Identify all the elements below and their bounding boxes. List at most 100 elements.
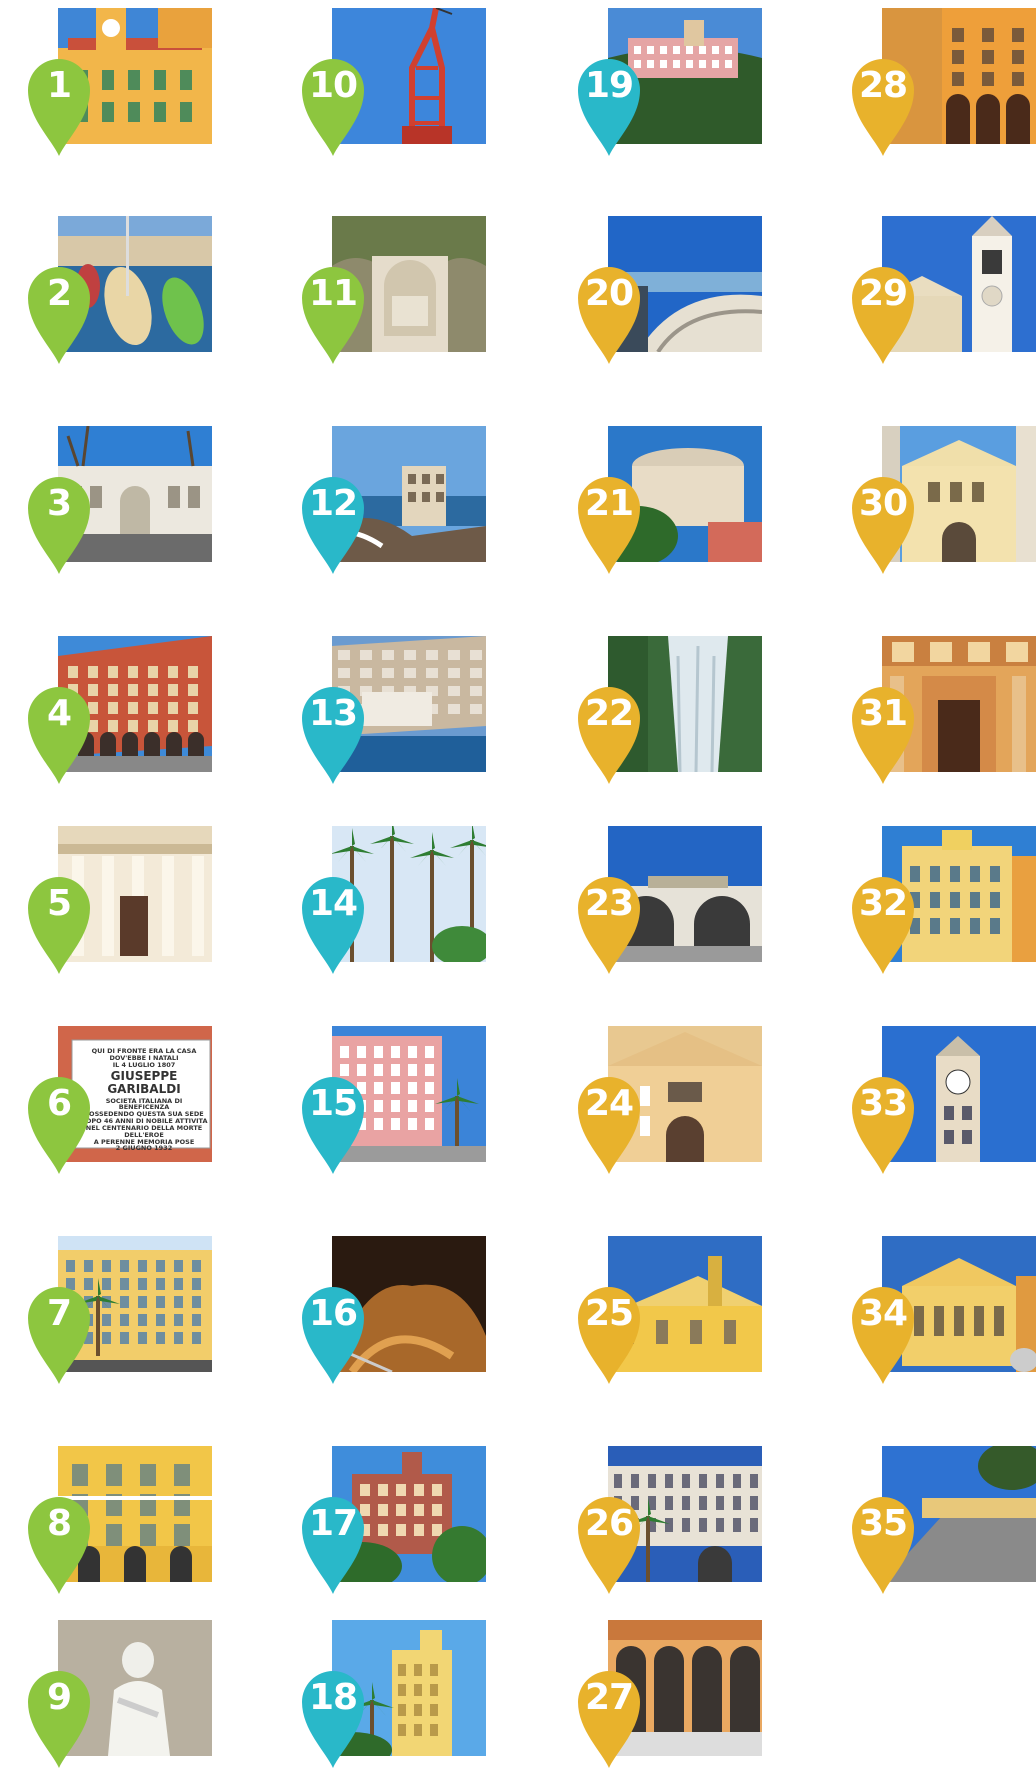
attraction-stop-9: 9: [24, 1620, 224, 1780]
pin-number: 27: [584, 1676, 634, 1718]
attraction-stop-21: 21: [574, 426, 774, 586]
pin-number: 33: [858, 1082, 908, 1124]
map-pin-icon: 6: [24, 1070, 94, 1174]
map-pin-icon: 5: [24, 870, 94, 974]
pin-number: 17: [308, 1502, 358, 1544]
map-pin-icon: 25: [574, 1280, 644, 1384]
map-pin-icon: 18: [298, 1664, 368, 1768]
pin-number: 13: [308, 692, 358, 734]
map-pin-icon: 15: [298, 1070, 368, 1174]
map-pin-icon: 22: [574, 680, 644, 784]
map-pin-icon: 7: [24, 1280, 94, 1384]
attraction-stop-1: 1: [24, 8, 224, 168]
map-pin-icon: 29: [848, 260, 918, 364]
attraction-stop-11: 11: [298, 216, 498, 376]
map-pin-icon: 35: [848, 1490, 918, 1594]
attraction-stop-30: 30: [848, 426, 1036, 586]
map-pin-icon: 3: [24, 470, 94, 574]
attraction-stop-16: 16: [298, 1236, 498, 1396]
attraction-stop-20: 20: [574, 216, 774, 376]
pin-number: 29: [858, 272, 908, 314]
attraction-stop-23: 23: [574, 826, 774, 986]
map-pin-icon: 2: [24, 260, 94, 364]
plaque-line: IL 4 LUGLIO 1807: [112, 1060, 176, 1069]
pin-number: 3: [46, 482, 72, 524]
plaque-line: 2 GIUGNO 1932: [115, 1144, 173, 1153]
attraction-stop-22: 22: [574, 636, 774, 796]
plaque-line: NEL CENTENARIO DELLA MORTE DELL'EROE: [85, 1123, 203, 1139]
map-pin-icon: 31: [848, 680, 918, 784]
pin-number: 24: [584, 1082, 634, 1124]
pin-number: 6: [46, 1082, 72, 1124]
map-pin-icon: 4: [24, 680, 94, 784]
attraction-stop-6: QUI DI FRONTE ERA LA CASA DOV'EBBE I NATA…: [24, 1026, 224, 1186]
pin-number: 34: [858, 1292, 908, 1334]
map-pin-icon: 23: [574, 870, 644, 974]
attraction-stop-12: 12: [298, 426, 498, 586]
pin-number: 12: [308, 482, 358, 524]
attraction-stop-19: 19: [574, 8, 774, 168]
map-pin-icon: 33: [848, 1070, 918, 1174]
attraction-stop-26: 26: [574, 1446, 774, 1606]
attraction-stop-35: 35: [848, 1446, 1036, 1606]
pin-number: 32: [858, 882, 908, 924]
map-pin-icon: 26: [574, 1490, 644, 1594]
attraction-stop-14: 14: [298, 826, 498, 986]
attraction-stop-18: 18: [298, 1620, 498, 1780]
attraction-stop-7: 7: [24, 1236, 224, 1396]
attraction-stop-10: 10: [298, 8, 498, 168]
pin-number: 30: [858, 482, 908, 524]
attraction-stop-13: 13: [298, 636, 498, 796]
pin-number: 31: [858, 692, 908, 734]
map-pin-icon: 17: [298, 1490, 368, 1594]
map-pin-icon: 27: [574, 1664, 644, 1768]
pin-number: 14: [308, 882, 358, 924]
attraction-stop-28: 28: [848, 8, 1036, 168]
map-pin-icon: 32: [848, 870, 918, 974]
map-pin-icon: 24: [574, 1070, 644, 1174]
pin-number: 20: [584, 272, 634, 314]
pin-number: 19: [584, 64, 634, 106]
map-pin-icon: 1: [24, 52, 94, 156]
map-pin-icon: 12: [298, 470, 368, 574]
map-pin-icon: 8: [24, 1490, 94, 1594]
attraction-stop-2: 2: [24, 216, 224, 376]
pin-number: 35: [858, 1502, 908, 1544]
pin-number: 4: [46, 692, 72, 734]
attraction-stop-8: 8: [24, 1446, 224, 1606]
attraction-stop-5: 5: [24, 826, 224, 986]
plaque-line: SOCIETA ITALIANA DI BENEFICENZA: [105, 1096, 183, 1112]
plaque-inscription: QUI DI FRONTE ERA LA CASA DOV'EBBE I NATA…: [80, 1048, 208, 1152]
map-pin-icon: 13: [298, 680, 368, 784]
attraction-stop-29: 29: [848, 216, 1036, 376]
pin-number: 15: [308, 1082, 358, 1124]
attraction-stop-31: 31: [848, 636, 1036, 796]
map-pin-icon: 16: [298, 1280, 368, 1384]
attraction-stop-3: 3: [24, 426, 224, 586]
attraction-stop-15: 15: [298, 1026, 498, 1186]
pin-number: 16: [308, 1292, 358, 1334]
map-pin-icon: 21: [574, 470, 644, 574]
map-pin-icon: 28: [848, 52, 918, 156]
pin-number: 7: [46, 1292, 72, 1334]
pin-number: 11: [308, 272, 358, 314]
pin-number: 25: [584, 1292, 634, 1334]
map-pin-icon: 30: [848, 470, 918, 574]
pin-number: 22: [584, 692, 634, 734]
pin-number: 28: [858, 64, 908, 106]
pin-number: 5: [46, 882, 72, 924]
map-pin-icon: 9: [24, 1664, 94, 1768]
pin-number: 23: [584, 882, 634, 924]
pin-number: 18: [308, 1676, 358, 1718]
map-pin-icon: 11: [298, 260, 368, 364]
attraction-stop-33: 33: [848, 1026, 1036, 1186]
attraction-stop-32: 32: [848, 826, 1036, 986]
pin-number: 8: [46, 1502, 72, 1544]
pin-number: 10: [308, 64, 358, 106]
attraction-stop-17: 17: [298, 1446, 498, 1606]
map-pin-icon: 14: [298, 870, 368, 974]
attraction-stop-24: 24: [574, 1026, 774, 1186]
attraction-stop-25: 25: [574, 1236, 774, 1396]
map-pin-icon: 10: [298, 52, 368, 156]
pin-number: 2: [46, 272, 72, 314]
